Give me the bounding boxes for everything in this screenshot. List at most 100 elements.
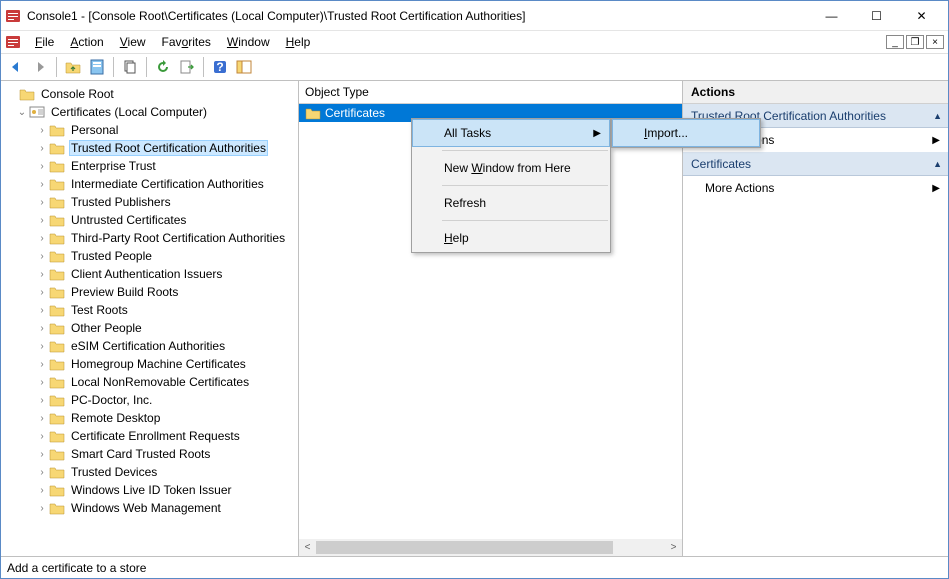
refresh-button[interactable] [152,56,174,78]
tree-node[interactable]: ›Enterprise Trust [1,157,298,175]
actions-group-certs[interactable]: Certificates ▲ [683,152,948,176]
scroll-track[interactable] [316,539,665,556]
menu-window[interactable]: Window [219,33,278,51]
column-header-object-type[interactable]: Object Type [299,81,682,104]
mdi-restore-button[interactable]: ❐ [906,35,924,49]
tree-node[interactable]: ›Untrusted Certificates [1,211,298,229]
copy-button[interactable] [119,56,141,78]
export-button[interactable] [176,56,198,78]
folder-icon [49,393,65,407]
expander-icon[interactable]: › [35,161,49,172]
forward-button[interactable] [29,56,51,78]
tree-node-certificates[interactable]: ⌄ Certificates (Local Computer) [1,103,298,121]
ctx-help[interactable]: Help [412,224,610,252]
chevron-right-icon: ▶ [932,183,940,194]
expander-icon[interactable]: › [35,467,49,478]
tree-node[interactable]: ›Windows Live ID Token Issuer [1,481,298,499]
tree-node[interactable]: ›Preview Build Roots [1,283,298,301]
expander-icon[interactable]: › [35,143,49,154]
back-button[interactable] [5,56,27,78]
separator [442,150,608,151]
expander-icon[interactable]: › [35,179,49,190]
properties-button[interactable] [86,56,108,78]
mdi-minimize-button[interactable]: _ [886,35,904,49]
context-menu: All Tasks ▶ New Window from Here Refresh… [411,118,611,253]
ctx-new-window[interactable]: New Window from Here [412,154,610,182]
status-text: Add a certificate to a store [7,561,146,575]
tree-node[interactable]: ›Personal [1,121,298,139]
tree-node[interactable]: ›Smart Card Trusted Roots [1,445,298,463]
expander-icon[interactable]: › [35,503,49,514]
tree-node[interactable]: ›Certificate Enrollment Requests [1,427,298,445]
menu-file[interactable]: File [27,33,62,51]
mdi-controls: _ ❐ × [886,35,944,49]
tree-node[interactable]: ›Trusted Devices [1,463,298,481]
show-hide-button[interactable] [233,56,255,78]
menu-help[interactable]: Help [278,33,319,51]
expander-icon[interactable]: › [35,323,49,334]
expander-icon[interactable]: › [35,197,49,208]
folder-icon [49,195,65,209]
tree-node[interactable]: ›Trusted Root Certification Authorities [1,139,298,157]
tree-label: Console Root [39,87,116,101]
menu-favorites[interactable]: Favorites [154,33,219,51]
scroll-right-button[interactable]: > [665,539,682,556]
tree-node[interactable]: ›Third-Party Root Certification Authorit… [1,229,298,247]
expander-icon[interactable]: › [35,287,49,298]
expander-icon[interactable]: › [35,359,49,370]
folder-icon [49,231,65,245]
tree-node[interactable]: › Trusted People [1,247,298,265]
menu-view[interactable]: View [112,33,154,51]
up-button[interactable] [62,56,84,78]
tree-node[interactable]: ›Client Authentication Issuers [1,265,298,283]
expander-icon[interactable]: › [35,269,49,280]
mdi-close-button[interactable]: × [926,35,944,49]
expander-icon[interactable]: › [35,215,49,226]
collapse-icon: ▲ [933,159,942,169]
ctx-refresh[interactable]: Refresh [412,189,610,217]
folder-icon [49,339,65,353]
expander-icon[interactable]: › [35,431,49,442]
tree-node[interactable]: ›Other People [1,319,298,337]
tree-node[interactable]: ›Test Roots [1,301,298,319]
help-button[interactable]: ? [209,56,231,78]
folder-icon [49,303,65,317]
expander-icon[interactable]: › [35,395,49,406]
expander-icon[interactable]: › [35,341,49,352]
scroll-thumb[interactable] [316,541,613,554]
expander-icon[interactable]: › [35,125,49,136]
tree-node[interactable]: ›PC-Doctor, Inc. [1,391,298,409]
expander-icon[interactable]: › [35,413,49,424]
minimize-button[interactable]: — [809,1,854,30]
tree-node[interactable]: ›Local NonRemovable Certificates [1,373,298,391]
maximize-button[interactable]: ☐ [854,1,899,30]
expander-icon[interactable]: › [35,449,49,460]
expander-icon[interactable]: › [35,377,49,388]
expander-icon[interactable]: › [35,233,49,244]
folder-icon [19,87,35,101]
folder-icon [49,267,65,281]
expander-icon[interactable]: › [35,251,49,262]
scroll-left-button[interactable]: < [299,539,316,556]
ctx-all-tasks[interactable]: All Tasks ▶ [412,119,610,147]
horizontal-scrollbar[interactable]: < > [299,539,682,556]
expander-icon[interactable]: › [35,485,49,496]
tree-node[interactable]: ›Intermediate Certification Authorities [1,175,298,193]
tree-label: eSIM Certification Authorities [69,339,227,353]
tree-node[interactable]: › Homegroup Machine Certificates [1,355,298,373]
actions-more-2[interactable]: More Actions ▶ [683,176,948,200]
tree-pane[interactable]: Console Root ⌄ Certificates (Local Compu… [1,81,299,556]
ctx-import[interactable]: Import... [612,119,760,147]
tree-node[interactable]: ›Remote Desktop [1,409,298,427]
expander-icon[interactable]: › [35,305,49,316]
tree-node[interactable]: ›Windows Web Management [1,499,298,517]
tree-label: Homegroup Machine Certificates [69,357,248,371]
close-button[interactable]: ✕ [899,1,944,30]
ctx-label: Help [444,231,469,245]
tree-root[interactable]: Console Root [1,85,298,103]
folder-icon [49,411,65,425]
tree-node[interactable]: › eSIM Certification Authorities [1,337,298,355]
tree-node[interactable]: ›Trusted Publishers [1,193,298,211]
tree-label: Trusted People [69,249,154,263]
menu-action[interactable]: Action [62,33,111,51]
